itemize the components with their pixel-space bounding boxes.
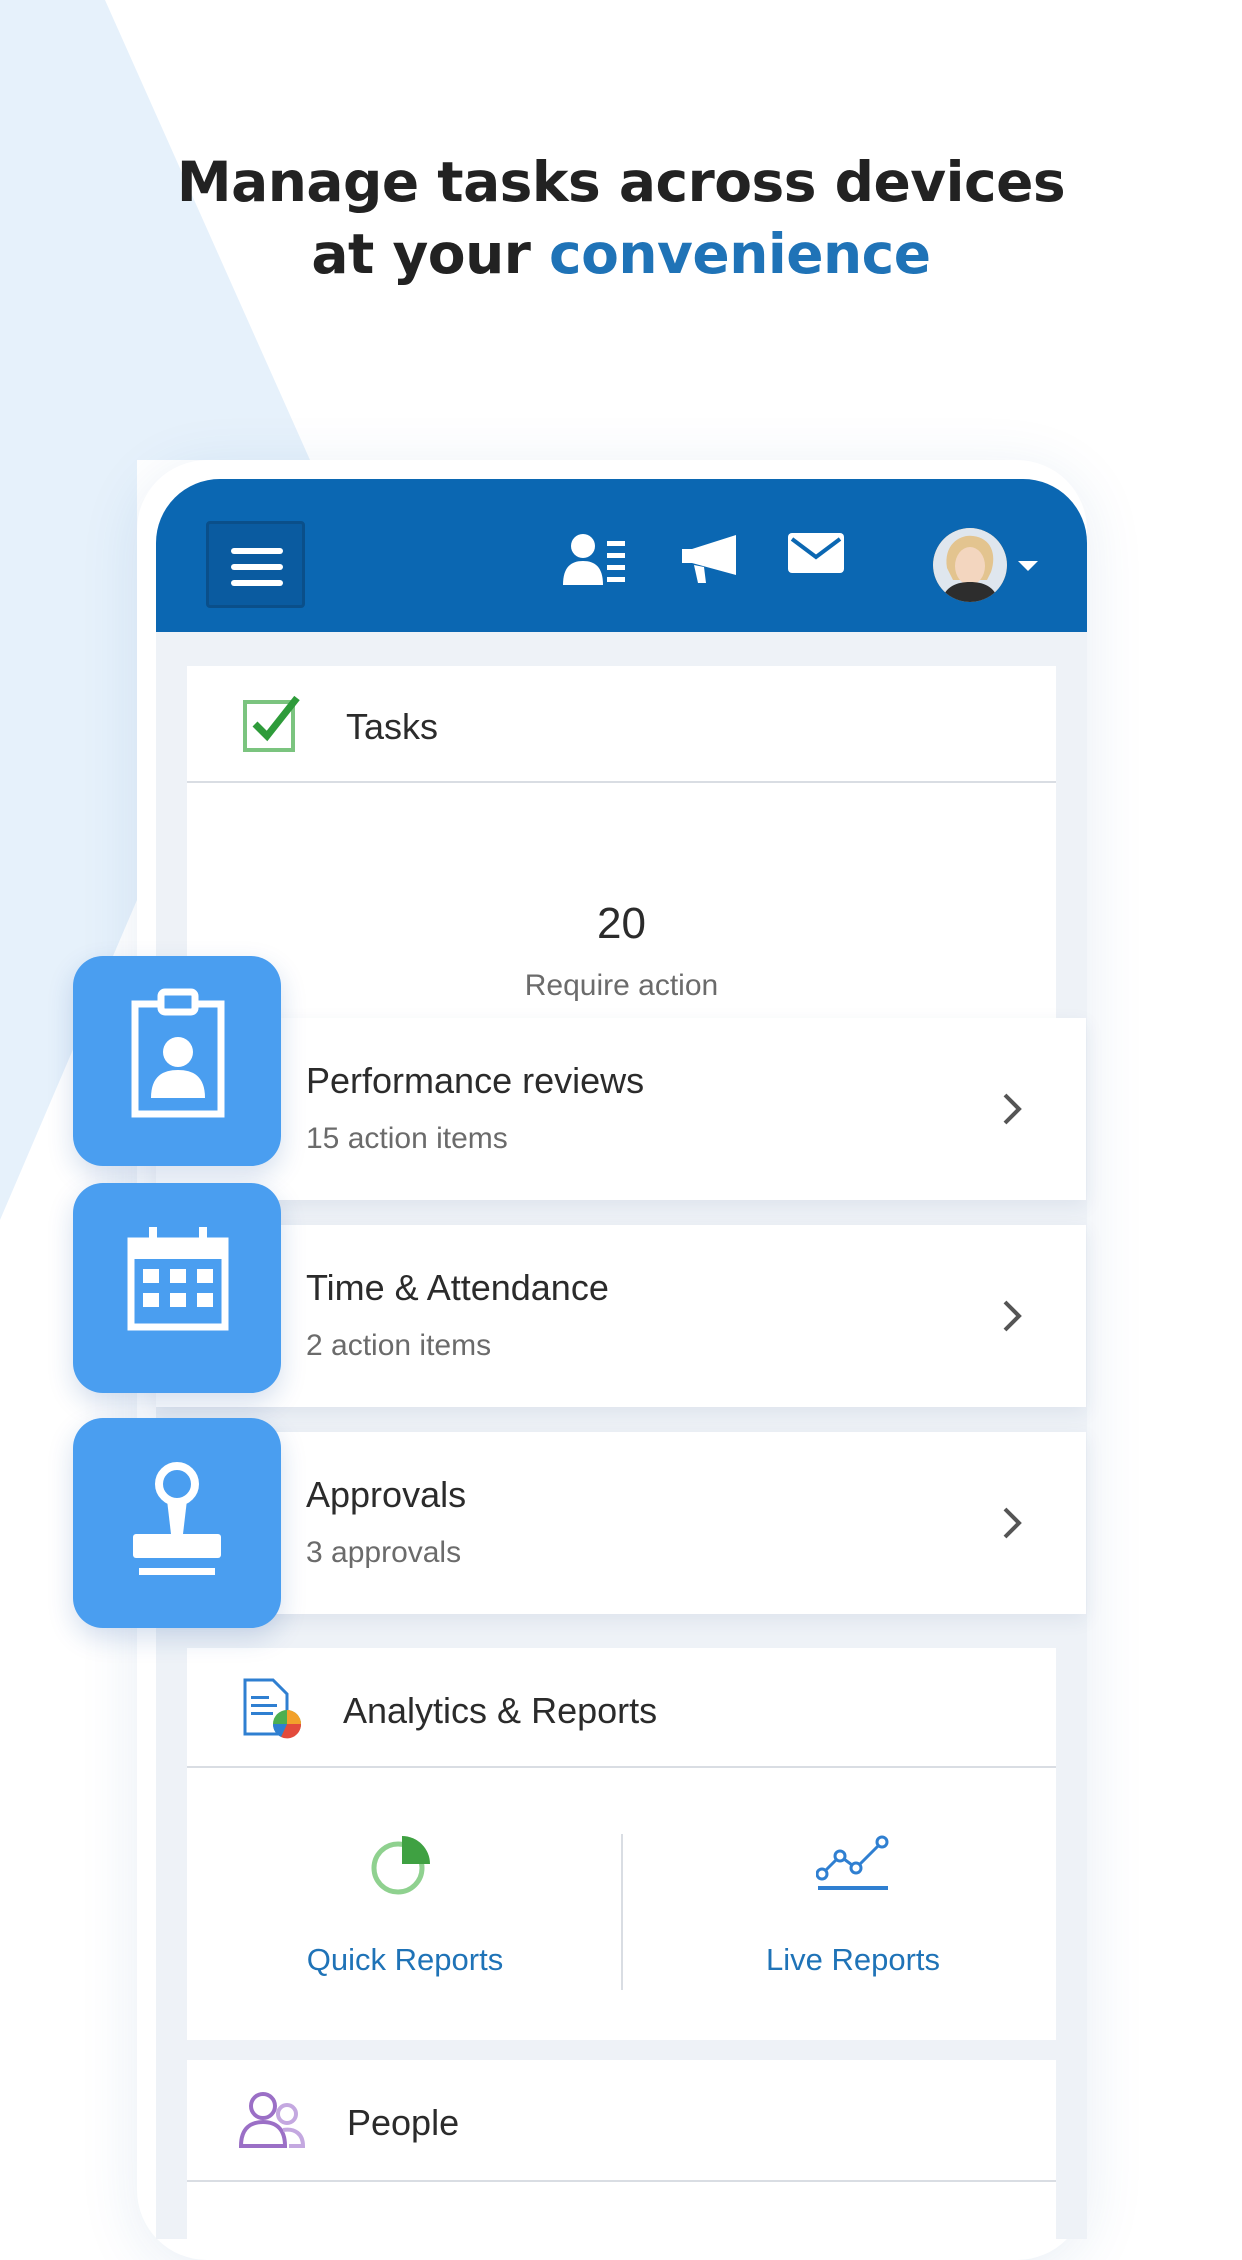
people-directory-icon[interactable] [563, 531, 627, 587]
line-chart-icon [816, 1835, 889, 1890]
caret-down-icon[interactable] [1018, 561, 1038, 571]
task-subtitle: 2 action items [306, 1329, 492, 1362]
people-icon [239, 2092, 305, 2148]
hamburger-menu-icon[interactable] [206, 521, 305, 608]
analytics-card-title: Analytics & Reports [343, 1690, 658, 1731]
app-bar [156, 479, 1087, 632]
avatar-portrait [933, 528, 1007, 602]
checkbox-icon [243, 695, 300, 752]
people-card-title: People [347, 2102, 460, 2143]
people-card: People [187, 2060, 1056, 2239]
tasks-caption: Require action [524, 969, 719, 1002]
pie-chart-icon [371, 1836, 430, 1895]
report-divider [621, 1834, 623, 1990]
calendar-icon [127, 1227, 229, 1331]
live-reports-label: Live Reports [765, 1942, 941, 1977]
task-title: Time & Attendance [306, 1267, 609, 1308]
live-reports-link[interactable]: Live Reports [703, 1766, 1003, 2040]
report-document-icon [243, 1678, 302, 1739]
task-row-approvals[interactable]: Approvals 3 approvals [156, 1432, 1086, 1614]
tasks-card-header[interactable]: Tasks [187, 666, 1056, 783]
task-row-performance-reviews[interactable]: Performance reviews 15 action items [156, 1018, 1086, 1200]
stamp-icon [133, 1462, 221, 1575]
headline-line-1: Manage tasks across devices [176, 150, 1066, 214]
chevron-right-icon [1003, 1300, 1022, 1332]
headline-line-2: at your convenience [0, 218, 1242, 290]
analytics-card-header[interactable]: Analytics & Reports [187, 1648, 1056, 1768]
analytics-card: Analytics & Reports Quick Reports Live R… [187, 1648, 1056, 2040]
performance-reviews-tile[interactable] [73, 956, 281, 1166]
clipboard-badge-icon [131, 988, 225, 1118]
task-title: Approvals [306, 1474, 467, 1515]
task-row-time-attendance[interactable]: Time & Attendance 2 action items [156, 1225, 1086, 1407]
report-links: Quick Reports Live Reports [187, 1766, 1056, 2040]
chevron-right-icon [1003, 1507, 1022, 1539]
tasks-count: 20 [597, 899, 646, 948]
time-attendance-tile[interactable] [73, 1183, 281, 1393]
messages-envelope-icon[interactable] [788, 531, 844, 575]
quick-reports-label: Quick Reports [306, 1942, 504, 1977]
task-subtitle: 3 approvals [306, 1536, 462, 1569]
tasks-card-title: Tasks [346, 706, 439, 747]
headline-line-2-prefix: at your [311, 222, 550, 286]
chevron-right-icon [1003, 1093, 1022, 1125]
quick-reports-link[interactable]: Quick Reports [255, 1766, 555, 2040]
task-subtitle: 15 action items [306, 1122, 508, 1155]
approvals-tile[interactable] [73, 1418, 281, 1628]
task-title: Performance reviews [306, 1060, 645, 1101]
user-avatar[interactable] [933, 528, 1007, 602]
tasks-card: Tasks 20 Require action [187, 666, 1056, 1026]
people-card-header[interactable]: People [187, 2060, 1056, 2182]
headline: Manage tasks across devices at your conv… [0, 146, 1242, 290]
headline-accent: convenience [549, 222, 931, 286]
announcements-megaphone-icon[interactable] [678, 531, 740, 587]
